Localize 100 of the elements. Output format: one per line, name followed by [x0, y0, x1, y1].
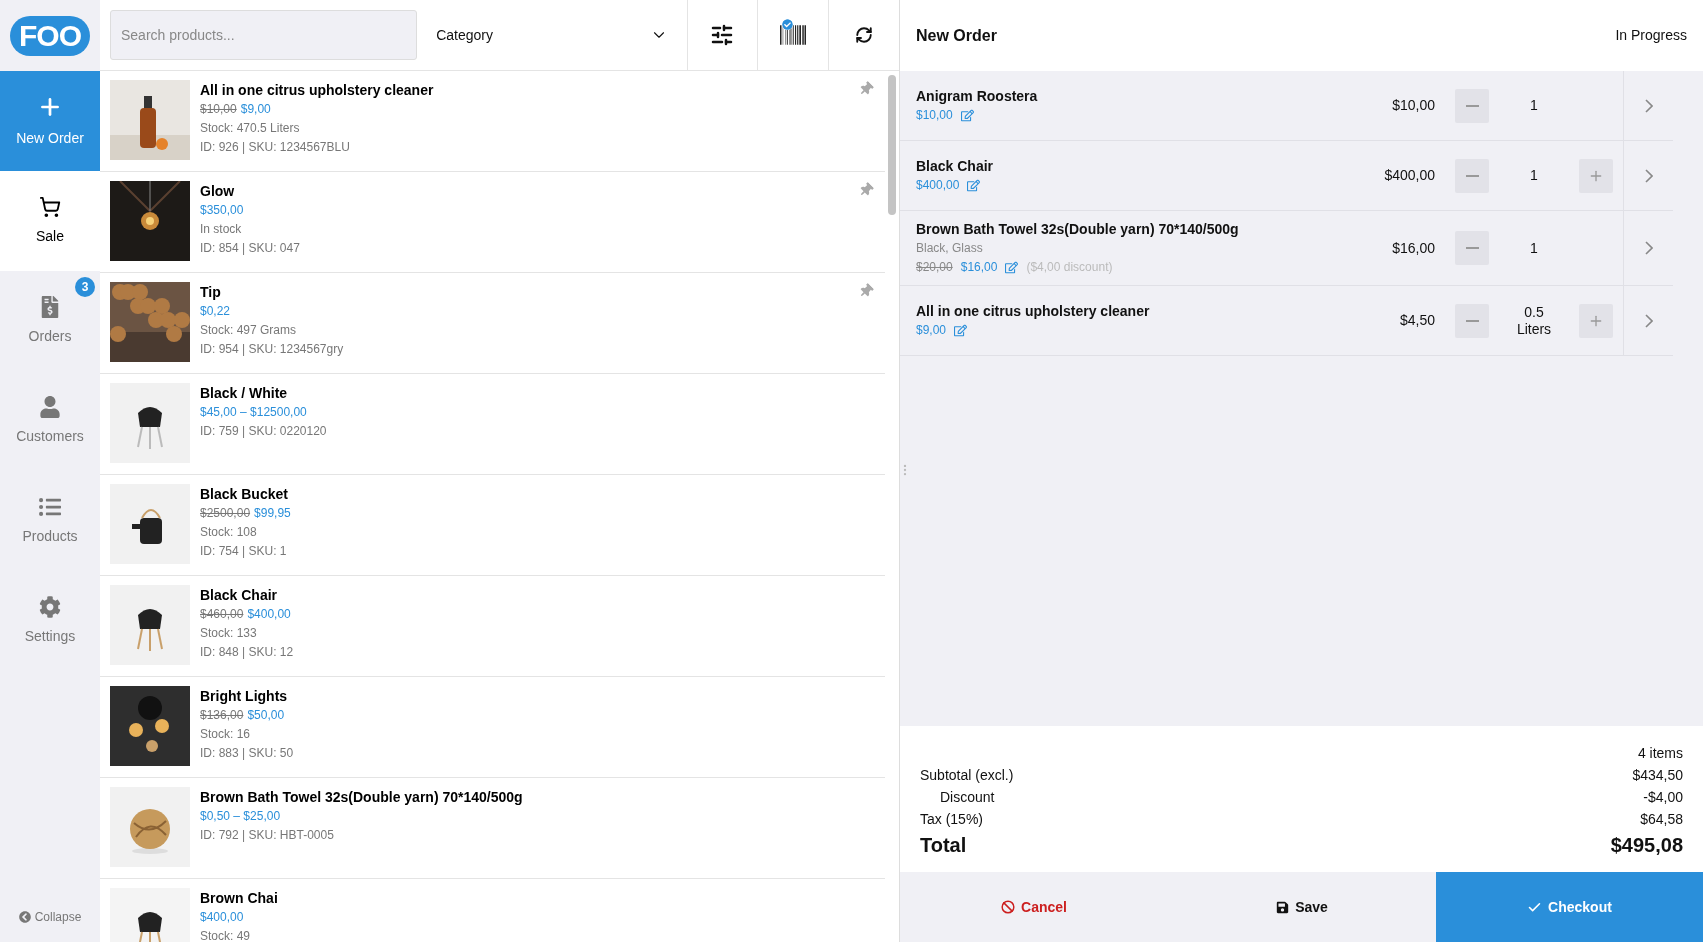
stock-text: Stock: 108: [200, 524, 258, 541]
decrease-button[interactable]: [1455, 231, 1489, 265]
order-line[interactable]: Brown Bath Towel 32s(Double yarn) 70*140/500g Black, Glass $20,00 $16,00 ($4,00 discount) $16,00 1: [900, 211, 1673, 286]
product-row[interactable]: Bright Lights $136,00 $50,00 Stock: 16 ID: 883 | SKU: 50: [100, 677, 885, 778]
edit-icon: [960, 108, 974, 122]
line-item-name: Black Chair: [916, 156, 995, 176]
edit-icon: [1005, 260, 1019, 274]
product-meta: ID: 883 | SKU: 50: [200, 745, 294, 762]
chevron-left-icon: [18, 911, 31, 923]
nav-item[interactable]: Customers: [0, 371, 100, 471]
product-price: $0,22: [200, 303, 231, 320]
product-name: Brown Chai: [200, 889, 278, 908]
barcode-icon: [780, 22, 807, 48]
order-line[interactable]: Anigram Roostera $10,00 $10,00 1: [900, 71, 1673, 141]
product-row[interactable]: Tip $0,22 Stock: 497 Grams ID: 954 | SKU: 1234567gry: [100, 273, 885, 374]
line-total: $4,50: [1398, 311, 1435, 330]
item-count: 4 items: [1637, 744, 1683, 763]
product-row[interactable]: All in one citrus upholstery cleaner $10,00 $9,00 Stock: 470.5 Liters ID: 926 | SKU: 1234567BLU: [100, 71, 885, 172]
cancel-button[interactable]: Cancel: [900, 872, 1168, 942]
cart-icon: [39, 195, 61, 218]
total-value: $495,08: [1610, 833, 1683, 858]
total-label: Total: [920, 833, 967, 858]
regular-price: $2500,00: [200, 505, 251, 522]
category-dropdown[interactable]: Category: [417, 0, 687, 70]
edit-icon: [967, 178, 981, 192]
search-field[interactable]: Search products...: [110, 10, 418, 60]
product-meta: ID: 754 | SKU: 1: [200, 543, 288, 560]
discount-text: ($4,00 discount): [1026, 258, 1113, 276]
scrollbar[interactable]: [888, 75, 896, 215]
product-name: Bright Lights: [200, 687, 289, 706]
chevron-right-icon: [1644, 241, 1653, 255]
product-price: $400,00: [247, 606, 291, 623]
decrease-button[interactable]: [1455, 158, 1489, 193]
gear-icon: [39, 595, 61, 618]
unit-text: Liters: [1516, 320, 1552, 338]
count-badge: 3: [75, 277, 95, 297]
quantity: 1: [1530, 97, 1538, 114]
minus-icon: [1465, 319, 1479, 322]
product-meta: ID: 759 | SKU: 0220120: [200, 423, 327, 440]
total-label: Subtotal (excl.): [920, 766, 1014, 785]
order-title: New Order: [916, 25, 997, 46]
minus-icon: [1465, 174, 1479, 177]
product-name: Black Chair: [200, 586, 279, 605]
order-status: In Progress: [1615, 26, 1687, 45]
stock-text: Stock: 470.5 Liters: [200, 120, 301, 137]
total-value: -$4,00: [1643, 788, 1683, 807]
sliders-icon: [710, 23, 735, 47]
stock-text: In stock: [200, 221, 243, 238]
cancel-icon: [1001, 900, 1016, 914]
quantity: 1: [1530, 239, 1538, 257]
regular-price: $20,00: [916, 258, 953, 276]
minus-icon: [1465, 247, 1479, 249]
invoice-icon: [39, 295, 61, 318]
total-label: Tax (15%): [920, 810, 984, 829]
line-item-price: $400,00: [916, 176, 960, 194]
product-row[interactable]: Black Bucket $2500,00 $99,95 Stock: 108 ID: 754 | SKU: 1: [100, 475, 885, 576]
total-value: $434,50: [1632, 766, 1683, 785]
product-price: $9,00: [240, 101, 271, 118]
order-line[interactable]: Black Chair $400,00 $400,00 1: [900, 141, 1673, 211]
nav-item[interactable]: Products: [0, 471, 100, 571]
quantity: 1: [1530, 167, 1538, 184]
product-price: $45,00 – $12500,00: [200, 404, 307, 421]
product-row[interactable]: Brown Chai $400,00 Stock: 49: [100, 879, 885, 942]
stock-text: Stock: 133: [200, 625, 258, 642]
product-name: Tip: [200, 283, 222, 302]
product-row[interactable]: Black / White $45,00 – $12500,00 ID: 759 | SKU: 0220120: [100, 374, 885, 475]
order-line[interactable]: All in one citrus upholstery cleaner $9,00 $4,50 0.5 Liters: [900, 286, 1673, 356]
line-item-price: $9,00: [916, 321, 947, 339]
user-icon: [39, 395, 61, 418]
product-price: $50,00: [247, 707, 285, 724]
line-item-price: $10,00: [916, 106, 953, 124]
refresh-icon: [855, 26, 874, 44]
chevron-right-icon: [1644, 313, 1653, 328]
regular-price: $136,00: [200, 707, 244, 724]
increase-button[interactable]: [1579, 303, 1613, 338]
product-row[interactable]: Glow $350,00 In stock ID: 854 | SKU: 047: [100, 172, 885, 273]
decrease-button[interactable]: [1455, 88, 1489, 123]
regular-price: $460,00: [200, 606, 244, 623]
collapse-button[interactable]: Collapse: [0, 892, 100, 942]
line-item-name: All in one citrus upholstery cleaner: [916, 301, 1151, 321]
line-total: $10,00: [1391, 96, 1435, 115]
product-row[interactable]: Brown Bath Towel 32s(Double yarn) 70*140/500g $0,50 – $25,00 ID: 792 | SKU: HBT-0005: [100, 778, 885, 879]
product-meta: ID: 848 | SKU: 12: [200, 644, 294, 661]
save-icon: [1276, 900, 1290, 914]
line-item-name: Anigram Roostera: [916, 86, 1039, 106]
stock-text: Stock: 497 Grams: [200, 322, 298, 339]
line-total: $16,00: [1391, 238, 1435, 258]
decrease-button[interactable]: [1455, 303, 1489, 338]
stock-text: Stock: 49: [200, 928, 252, 942]
product-price: $350,00: [200, 202, 244, 219]
product-meta: ID: 854 | SKU: 047: [200, 240, 300, 257]
logo: FOO: [10, 15, 90, 56]
product-row[interactable]: Black Chair $460,00 $400,00 Stock: 133 ID: 848 | SKU: 12: [100, 576, 885, 677]
increase-button[interactable]: [1579, 158, 1613, 193]
nav-item[interactable]: Orders 3: [0, 271, 100, 371]
save-button[interactable]: Save: [1168, 872, 1436, 942]
product-name: Black Bucket: [200, 485, 289, 504]
nav-item[interactable]: Sale: [0, 171, 100, 271]
minus-icon: [1465, 104, 1479, 107]
nav-item[interactable]: Settings: [0, 571, 100, 671]
